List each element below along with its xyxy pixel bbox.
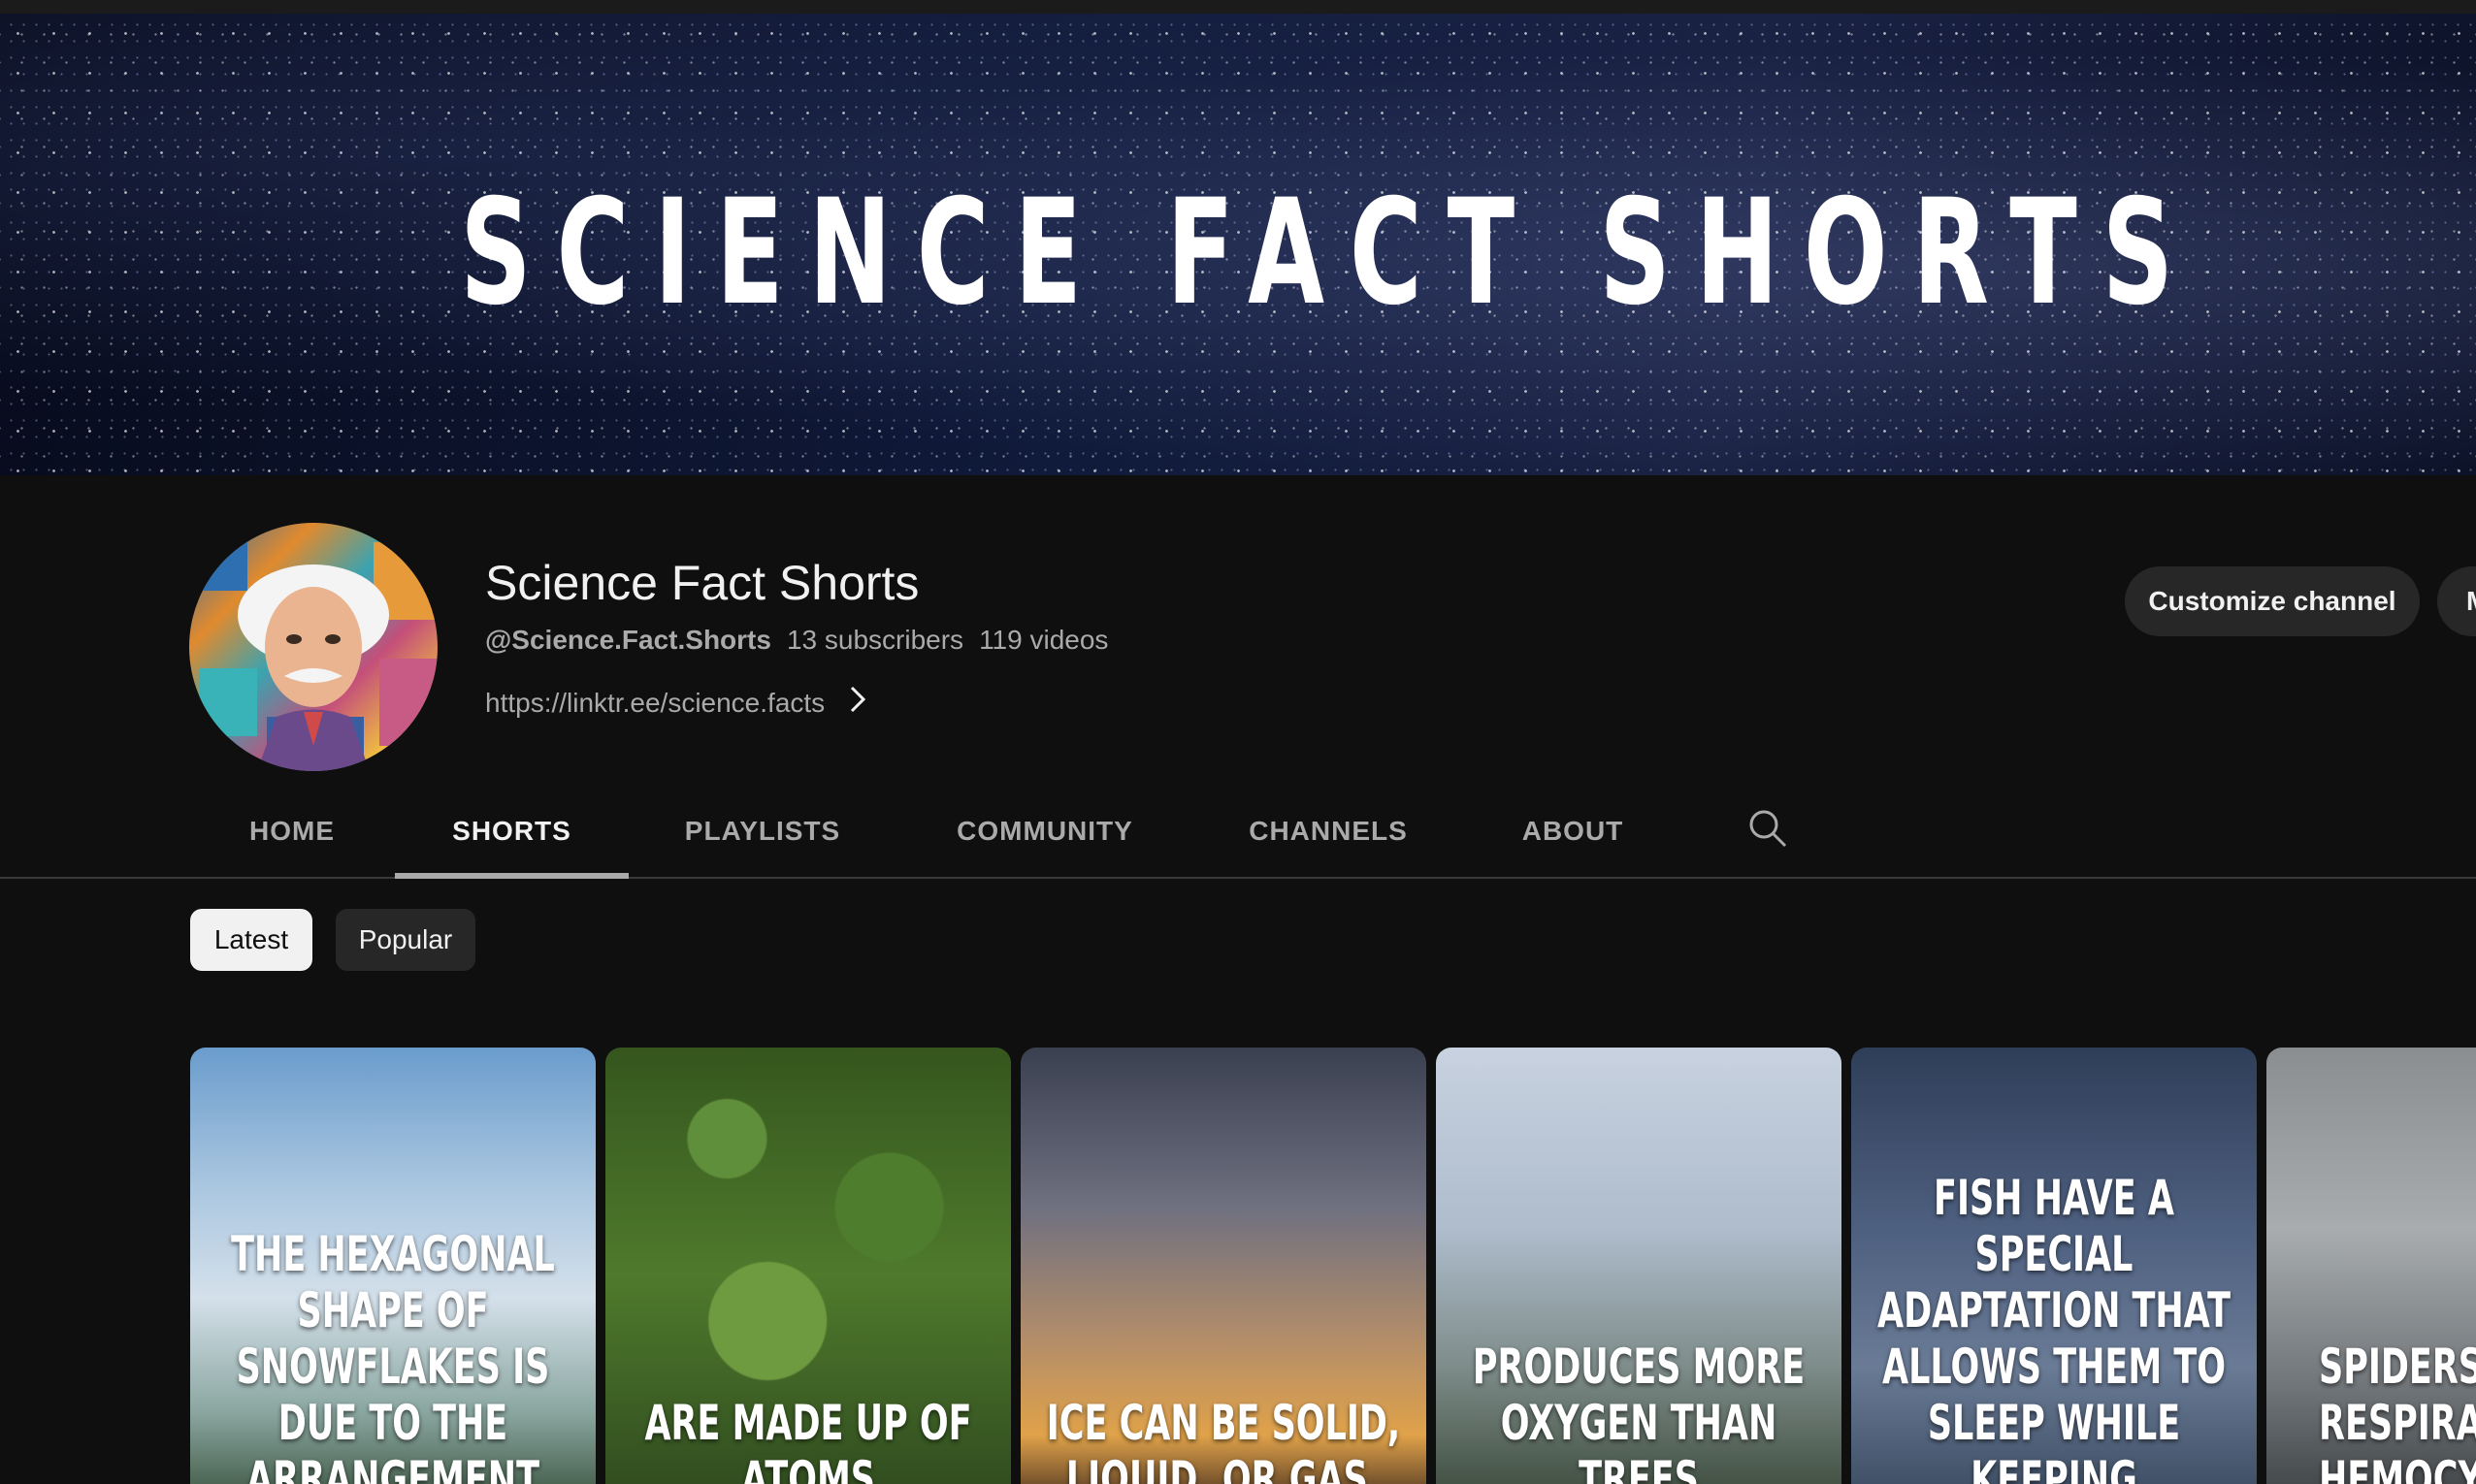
shorts-grid: The hexagonal shape of snowflakes is due… — [0, 1048, 2476, 1484]
channel-handle[interactable]: @Science.Fact.Shorts — [485, 625, 771, 655]
search-icon[interactable] — [1746, 807, 1789, 850]
tab-shorts[interactable]: SHORTS — [395, 786, 629, 879]
short-thumbnail[interactable]: The hexagonal shape of snowflakes is due… — [190, 1048, 596, 1484]
subscriber-count: 13 subscribers — [786, 625, 964, 655]
short-thumbnail[interactable]: Fish have a special adaptation that allo… — [1851, 1048, 2257, 1484]
short-caption: The hexagonal shape of snowflakes is due… — [231, 1226, 555, 1484]
tab-channels[interactable]: CHANNELS — [1193, 786, 1463, 877]
channel-banner: SCIENCE FACT SHORTS — [0, 14, 2476, 475]
manage-videos-button[interactable]: M — [2437, 566, 2476, 636]
short-thumbnail[interactable]: are made up of atoms — [605, 1048, 1011, 1484]
channel-link[interactable]: https://linktr.ee/science.facts — [485, 688, 825, 719]
chip-popular[interactable]: Popular — [336, 909, 475, 971]
video-count: 119 videos — [979, 625, 1109, 655]
short-caption: produces more oxygen than trees — [1472, 1339, 1806, 1484]
short-caption: are made up of atoms — [644, 1395, 972, 1484]
channel-tabs: HOME SHORTS PLAYLISTS COMMUNITY CHANNELS… — [0, 786, 2476, 879]
chip-latest[interactable]: Latest — [190, 909, 312, 971]
banner-title: SCIENCE FACT SHORTS — [460, 169, 2199, 338]
short-thumbnail[interactable]: ice can be solid, liquid, or gas. — [1021, 1048, 1426, 1484]
browser-top-strip — [0, 0, 2476, 14]
tab-home[interactable]: HOME — [190, 786, 394, 877]
customize-channel-button[interactable]: Customize channel — [2125, 566, 2420, 636]
channel-avatar[interactable] — [189, 523, 438, 771]
short-thumbnail[interactable]: produces more oxygen than trees — [1436, 1048, 1841, 1484]
short-caption: Spiders blue-co respira pigment hemocyan — [2319, 1339, 2476, 1484]
channel-link-row[interactable]: https://linktr.ee/science.facts — [485, 685, 867, 721]
chevron-right-icon[interactable] — [848, 685, 867, 721]
channel-name: Science Fact Shorts — [485, 556, 920, 610]
short-caption: ice can be solid, liquid, or gas. — [1046, 1395, 1401, 1484]
tab-community[interactable]: COMMUNITY — [896, 786, 1193, 877]
short-thumbnail[interactable]: Spiders blue-co respira pigment hemocyan — [2266, 1048, 2476, 1484]
tab-playlists[interactable]: PLAYLISTS — [629, 786, 896, 877]
avatar-portrait-icon — [189, 523, 438, 771]
channel-meta: @Science.Fact.Shorts 13 subscribers 119 vi… — [485, 625, 1108, 656]
short-caption: Fish have a special adaptation that allo… — [1877, 1170, 2231, 1484]
tab-about[interactable]: ABOUT — [1463, 786, 1682, 877]
